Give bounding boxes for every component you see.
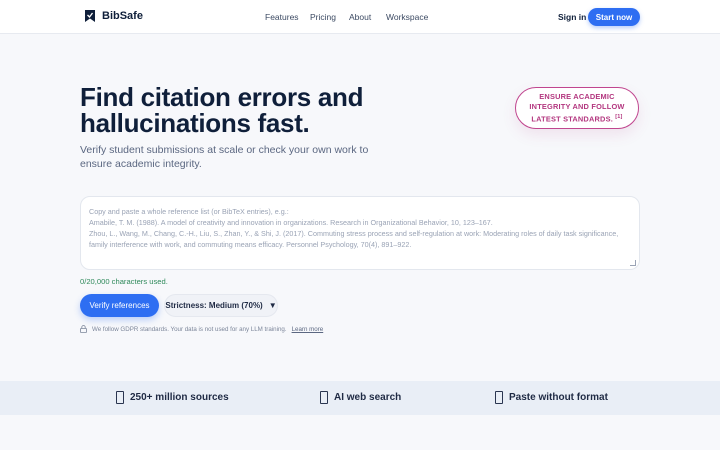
feature-item: Paste without format: [495, 391, 608, 404]
gdpr-notice: We follow GDPR standards. Your data is n…: [80, 325, 323, 333]
nav-link-features[interactable]: Features: [265, 12, 299, 22]
bookmark-logo-icon: [85, 10, 95, 22]
top-nav: BibSafe Features Pricing About Workspace…: [0, 0, 720, 34]
feature-item: 250+ million sources: [116, 391, 229, 404]
standards-badge-text: ENSURE ACADEMIC INTEGRITY AND FOLLOW LAT…: [529, 91, 625, 124]
nav-link-pricing[interactable]: Pricing: [310, 12, 336, 22]
placeholder-line: Amabile, T. M. (1988). A model of creati…: [89, 218, 493, 227]
chevron-down-icon: ▼: [268, 301, 277, 310]
document-icon: [116, 391, 124, 404]
page-title: Find citation errors and hallucinations …: [80, 82, 364, 138]
brand-name: BibSafe: [102, 10, 143, 22]
sign-in-link[interactable]: Sign in: [558, 12, 586, 22]
brand[interactable]: BibSafe: [84, 9, 143, 23]
strictness-value: Strictness: Medium (70%): [165, 301, 263, 310]
feature-item: AI web search: [320, 391, 401, 404]
nav-link-about[interactable]: About: [349, 12, 371, 22]
reference-input[interactable]: Copy and paste a whole reference list (o…: [80, 196, 640, 270]
gdpr-text: We follow GDPR standards. Your data is n…: [92, 325, 287, 333]
placeholder-line: Zhou, L., Wang, M., Chang, C.-H., Liu, S…: [89, 229, 619, 249]
feature-label: Paste without format: [509, 392, 608, 403]
standards-badge-ref[interactable]: [1]: [615, 114, 622, 120]
document-icon: [320, 391, 328, 404]
placeholder-line: Copy and paste a whole reference list (o…: [89, 207, 289, 216]
character-count: 0/20,000 characters used.: [80, 277, 168, 286]
feature-label: 250+ million sources: [130, 392, 229, 403]
document-icon: [495, 391, 503, 404]
strictness-select[interactable]: Strictness: Medium (70%) ▼: [164, 294, 278, 317]
feature-label: AI web search: [334, 392, 402, 403]
resize-handle[interactable]: [630, 260, 636, 266]
lock-icon: [80, 325, 87, 333]
start-now-button[interactable]: Start now: [588, 8, 640, 26]
learn-more-link[interactable]: Learn more: [292, 326, 324, 333]
nav-link-workspace[interactable]: Workspace: [386, 12, 428, 22]
page-subtitle: Verify student submissions at scale or c…: [80, 144, 369, 170]
verify-references-button[interactable]: Verify references: [80, 294, 159, 317]
standards-badge: ENSURE ACADEMIC INTEGRITY AND FOLLOW LAT…: [515, 87, 639, 129]
